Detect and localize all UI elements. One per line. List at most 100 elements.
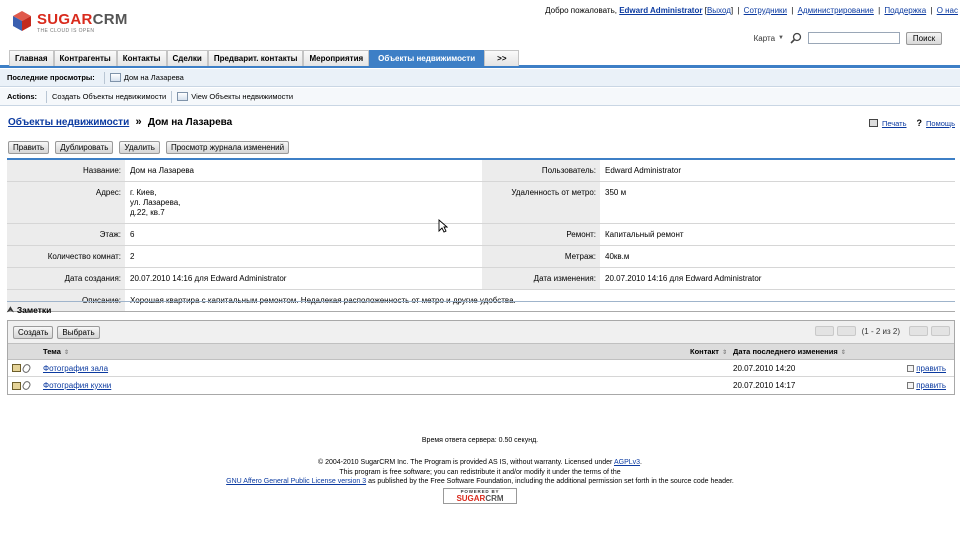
title-separator: »: [135, 116, 142, 128]
chevron-down-icon[interactable]: ▼: [778, 35, 784, 41]
about-link[interactable]: О нас: [937, 6, 958, 15]
print-help-links: Печать ? Помощь: [868, 118, 955, 128]
edit-icon[interactable]: [907, 382, 915, 389]
record-icon: [109, 73, 121, 82]
tab-contacts[interactable]: Контакты: [116, 50, 167, 66]
tab-more[interactable]: >>: [484, 50, 520, 66]
first-page-button[interactable]: [814, 326, 834, 336]
tab-accounts[interactable]: Контрагенты: [53, 50, 117, 66]
note-date: 20.07.2010 14:17: [733, 381, 796, 390]
field-value: Edward Administrator: [600, 160, 955, 181]
search-button[interactable]: Поиск: [906, 31, 942, 45]
table-row: Фотография кухни 20.07.2010 14:17 правит…: [8, 377, 954, 394]
field-value: 350 м: [600, 182, 955, 223]
module-tab-bar: Главная Контрагенты Контакты Сделки Пред…: [0, 50, 960, 68]
column-contact[interactable]: Контакт ⇕: [690, 347, 727, 356]
note-edit-link[interactable]: править: [916, 364, 946, 373]
employees-link[interactable]: Сотрудники: [744, 6, 787, 15]
print-link[interactable]: Печать: [882, 119, 907, 128]
printer-icon[interactable]: [868, 119, 878, 127]
field-label: Ремонт:: [482, 224, 600, 245]
field-label: Название:: [7, 160, 125, 181]
note-subject-link[interactable]: Фотография зала: [43, 364, 108, 373]
next-page-button[interactable]: [909, 326, 928, 336]
notes-toolbar: Создать Выбрать (1 - 2 из 2): [8, 321, 954, 343]
record-name: Дом на Лазарева: [147, 117, 233, 128]
gnu-license-link[interactable]: GNU Affero General Public License versio…: [226, 478, 366, 485]
sort-icon[interactable]: ⇕: [841, 350, 846, 356]
field-value: 20.07.2010 14:16 для Edward Administrato…: [600, 268, 955, 289]
notes-subpanel: ⮝ Заметки Создать Выбрать (1 - 2 из 2) Т…: [7, 301, 955, 395]
actions-label: Actions:: [7, 92, 37, 101]
create-note-button[interactable]: Создать: [13, 325, 54, 339]
notes-table-header: Тема ⇕ Контакт ⇕ Дата последнего изменения…: [8, 343, 954, 360]
tab-home[interactable]: Главная: [9, 50, 54, 66]
notes-panel: Создать Выбрать (1 - 2 из 2) Тема ⇕ Конта…: [7, 320, 955, 395]
actions-bar: Actions: Создать Объекты недвижимости Vi…: [0, 88, 960, 106]
support-link[interactable]: Поддержка: [884, 6, 926, 15]
logout-link[interactable]: Выход: [707, 6, 731, 15]
create-real-estate-action[interactable]: Создать Объекты недвижимости: [52, 92, 166, 101]
tab-activities[interactable]: Мероприятия: [303, 50, 370, 66]
edit-icon[interactable]: [907, 364, 915, 372]
notes-header: ⮝ Заметки: [7, 301, 955, 317]
note-subject-link[interactable]: Фотография кухни: [43, 381, 111, 390]
attachment-icon[interactable]: [21, 362, 32, 374]
view-real-estate-action[interactable]: View Объекты недвижимости: [177, 92, 293, 101]
map-label[interactable]: Карта: [754, 34, 775, 43]
field-label: Пользователь:: [482, 160, 600, 181]
pager: (1 - 2 из 2): [812, 326, 950, 336]
powered-by-sugarcrm-badge[interactable]: POWERED BY SUGARCRM: [443, 488, 517, 504]
prev-page-button[interactable]: [836, 326, 856, 336]
edit-button[interactable]: Править: [8, 141, 50, 154]
list-icon: [177, 92, 189, 101]
module-link[interactable]: Объекты недвижимости: [8, 117, 129, 128]
duplicate-button[interactable]: Дублировать: [55, 141, 114, 154]
sugarcrm-logo[interactable]: SUGARCRM THE CLOUD IS OPEN: [12, 10, 152, 34]
recently-viewed-label: Последние просмотры:: [7, 73, 95, 82]
field-label: Удаленность от метро:: [482, 182, 600, 223]
note-date: 20.07.2010 14:20: [733, 363, 796, 373]
sort-icon[interactable]: ⇕: [722, 350, 727, 356]
field-label: Адрес:: [7, 182, 125, 223]
field-label: Дата создания:: [7, 268, 125, 289]
search-input[interactable]: [808, 32, 900, 44]
note-icon[interactable]: [12, 381, 21, 390]
detail-row: Адрес: г. Киев, ул. Лазарева, д.22, кв.7…: [7, 182, 955, 224]
note-icon[interactable]: [12, 364, 21, 372]
field-value: 40кв.м: [600, 246, 955, 267]
collapse-icon[interactable]: ⮝: [7, 305, 14, 315]
field-label: Этаж:: [7, 224, 125, 245]
page-title: Объекты недвижимости » Дом на Лазарева П…: [8, 116, 955, 130]
detail-buttons: Править Дублировать Удалить Просмотр жур…: [8, 141, 295, 154]
column-last-modified[interactable]: Дата последнего изменения ⇕: [727, 347, 856, 356]
sort-icon[interactable]: ⇕: [64, 350, 69, 356]
detail-row: Дата создания: 20.07.2010 14:16 для Edwa…: [7, 268, 955, 290]
recently-viewed-bar: Последние просмотры: Дом на Лазарева: [0, 69, 960, 87]
help-link[interactable]: Помощь: [926, 119, 955, 128]
select-note-button[interactable]: Выбрать: [57, 325, 100, 339]
field-value: 2: [125, 246, 482, 267]
detail-row: Название: Дом на Лазарева Пользователь: …: [7, 160, 955, 182]
attachment-icon[interactable]: [21, 379, 32, 392]
note-edit-link[interactable]: править: [916, 381, 946, 390]
tab-real-estate[interactable]: Объекты недвижимости: [369, 50, 485, 66]
column-subject[interactable]: Тема ⇕: [43, 347, 727, 356]
agpl-link[interactable]: AGPLv3: [614, 459, 640, 466]
header: SUGARCRM THE CLOUD IS OPEN Добро пожалов…: [0, 0, 960, 50]
view-change-log-button[interactable]: Просмотр журнала изменений: [165, 141, 290, 154]
help-icon[interactable]: ?: [917, 118, 923, 128]
tab-leads[interactable]: Предварит. контакты: [207, 50, 304, 66]
admin-link[interactable]: Администрирование: [798, 6, 874, 15]
field-value: 20.07.2010 14:16 для Edward Administrato…: [125, 268, 482, 289]
field-value: Дом на Лазарева: [125, 160, 482, 181]
delete-button[interactable]: Удалить: [119, 141, 160, 154]
tab-opportunities[interactable]: Сделки: [166, 50, 208, 66]
logo-text: SUGARCRM: [37, 11, 128, 28]
search-icon[interactable]: [790, 32, 802, 44]
user-name-link[interactable]: Edward Administrator: [619, 6, 702, 15]
detail-row: Этаж: 6 Ремонт: Капитальный ремонт: [7, 224, 955, 246]
last-page-button[interactable]: [931, 326, 950, 336]
recent-item[interactable]: Дом на Лазарева: [109, 73, 184, 82]
copyright-notice: © 2004-2010 SugarCRM Inc. The Program is…: [226, 459, 734, 485]
